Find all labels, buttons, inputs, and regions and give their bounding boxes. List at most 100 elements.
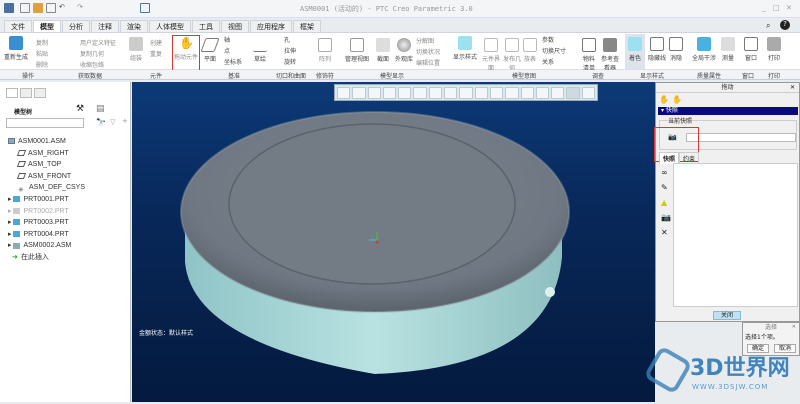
publish-geometry-button[interactable]: 发布几何 [503,38,521,72]
copy-geometry-button[interactable]: 复制几何 [80,49,116,60]
find-icon[interactable]: 🔭 [96,118,106,127]
tab-model-tree[interactable] [6,88,18,98]
snapshot-name-input[interactable] [686,133,796,142]
appearance-button[interactable]: 外观库 [395,38,413,63]
open-icon[interactable] [33,3,43,13]
axis-button[interactable]: 轴 [224,35,242,46]
undo-icon[interactable]: ↶ [59,3,69,13]
spin-center-icon[interactable] [566,87,580,99]
saved-orientations-icon[interactable] [413,87,427,99]
insert-here-item[interactable]: ➜ 在此插入 [8,252,85,264]
tree-item[interactable]: ASM_RIGHT [8,148,85,160]
repeat-button[interactable]: 重复 [150,49,162,60]
group-modifiers[interactable]: 修饰符 [316,71,334,80]
perspective-icon[interactable] [444,87,458,99]
group-component[interactable]: 元件 [150,71,162,80]
warning-icon[interactable]: ▲ [661,195,671,210]
new-icon[interactable] [20,3,30,13]
close-icon[interactable]: ✕ [792,324,796,330]
sketch-button[interactable]: 草绘 [253,38,267,63]
measure-button[interactable]: 测量 [720,37,736,62]
create-button[interactable]: 创建 [150,38,162,49]
glasses-icon[interactable]: ∞ [661,165,671,180]
maximize-button[interactable]: □ [773,4,780,12]
settings-icon[interactable]: ⚒ [76,104,84,114]
group-model-intent[interactable]: 模型意图 [512,71,536,80]
toggle-dimensions-button[interactable]: 切换尺寸 [542,46,566,57]
zoom-in-icon[interactable] [352,87,366,99]
search-icon[interactable]: ⌕ [766,21,770,31]
tree-item[interactable]: ▸ PRT0001.PRT [8,194,85,206]
repaint-icon[interactable] [382,87,397,99]
section-icon[interactable] [459,87,473,99]
close-button[interactable]: 关闭 [713,311,741,320]
group-cut-surface[interactable]: 切口和曲面 [276,71,306,80]
point-button[interactable]: 点 [224,46,242,57]
user-defined-feature-button[interactable]: 用户定义特征 [80,38,116,49]
bom-button[interactable]: 物料清单 [581,38,597,72]
display-style-button[interactable]: 显示样式 [453,36,477,61]
revolve-button[interactable]: 旋转 [284,57,296,68]
family-table-button[interactable]: 族表 [523,38,537,63]
snapshot-list[interactable] [673,163,798,307]
edit-position-button[interactable]: 编辑位置 [416,58,440,69]
close-icon[interactable]: ✕ [790,84,795,91]
component-interface-button[interactable]: 元件界面 [482,38,500,72]
graphics-viewport[interactable]: 金额状态：默认样式 [132,82,655,402]
snapshot-section-header[interactable]: ▾ 快照 [658,107,798,115]
tab-favorites[interactable] [34,88,46,98]
group-display-style[interactable]: 显示样式 [640,71,664,80]
regenerate-button[interactable]: 重新生成 [4,36,28,61]
drag-body-icon[interactable]: ✋ [672,95,682,104]
tab-folder-browser[interactable] [20,88,32,98]
manage-views-button[interactable]: 管理视图 [345,38,369,63]
add-icon[interactable]: + [122,117,128,125]
tree-item[interactable]: ▸ PRT0002.PRT [8,206,85,218]
tree-item[interactable]: ASM0001.ASM [8,136,85,148]
csys-display-icon[interactable] [551,87,565,99]
paste-button[interactable]: 粘贴 [36,49,48,60]
plane-display-icon[interactable] [505,87,519,99]
search-input[interactable] [6,118,84,128]
tree-item[interactable]: ASM_TOP [8,159,85,171]
pencil-icon[interactable]: ✎ [661,180,671,195]
section-button[interactable]: 截面 [376,38,390,63]
parameters-button[interactable]: 参数 [542,35,566,46]
close-button[interactable]: ✕ [786,4,792,12]
group-operations[interactable]: 操作 [22,71,34,80]
filter-icon[interactable]: ▽ [110,118,115,126]
explode-view-button[interactable]: 分解图 [416,36,440,47]
delete-icon[interactable]: ✕ [661,225,671,240]
no-hidden-button[interactable]: 消隐 [667,37,685,62]
group-window[interactable]: 窗口 [742,71,754,80]
display-style-icon[interactable] [398,87,412,99]
show-icon[interactable]: ▤ [96,104,105,114]
tree-item[interactable]: ✳ ASM_DEF_CSYS [8,182,85,194]
redo-icon[interactable]: ↷ [77,3,87,13]
axis-display-icon[interactable] [520,87,534,99]
window-icon[interactable] [140,3,150,13]
datum-display-icon[interactable] [489,87,504,99]
view-manager-icon[interactable] [428,87,443,99]
help-icon[interactable]: ? [780,20,790,30]
save-icon[interactable] [46,3,56,13]
group-investigate[interactable]: 调查 [592,71,604,80]
minimize-button[interactable]: _ [762,4,766,12]
tree-item[interactable]: ▸ PRT0003.PRT [8,217,85,229]
reference-viewer-button[interactable]: 参考查看器 [600,38,620,72]
zoom-out-icon[interactable] [367,87,381,99]
print-button[interactable]: 打印 [766,37,782,62]
hidden-line-button[interactable]: 隐藏线 [648,37,666,62]
pattern-button[interactable]: 阵列 [318,38,332,63]
toggle-status-button[interactable]: 切换状况 [416,47,440,58]
hole-button[interactable]: 孔 [284,35,296,46]
group-get-data[interactable]: 获取数据 [78,71,102,80]
point-display-icon[interactable] [535,87,550,99]
copy-button[interactable]: 复制 [36,38,48,49]
annotation-icon[interactable] [474,87,488,99]
tree-item[interactable]: ASM_FRONT [8,171,85,183]
tree-item[interactable]: ▸ PRT0004.PRT [8,229,85,241]
group-model-display[interactable]: 模型显示 [380,71,404,80]
tree-item[interactable]: ▸ ASM0002.ASM [8,240,85,252]
global-interference-button[interactable]: 全局干涉 [690,37,718,62]
